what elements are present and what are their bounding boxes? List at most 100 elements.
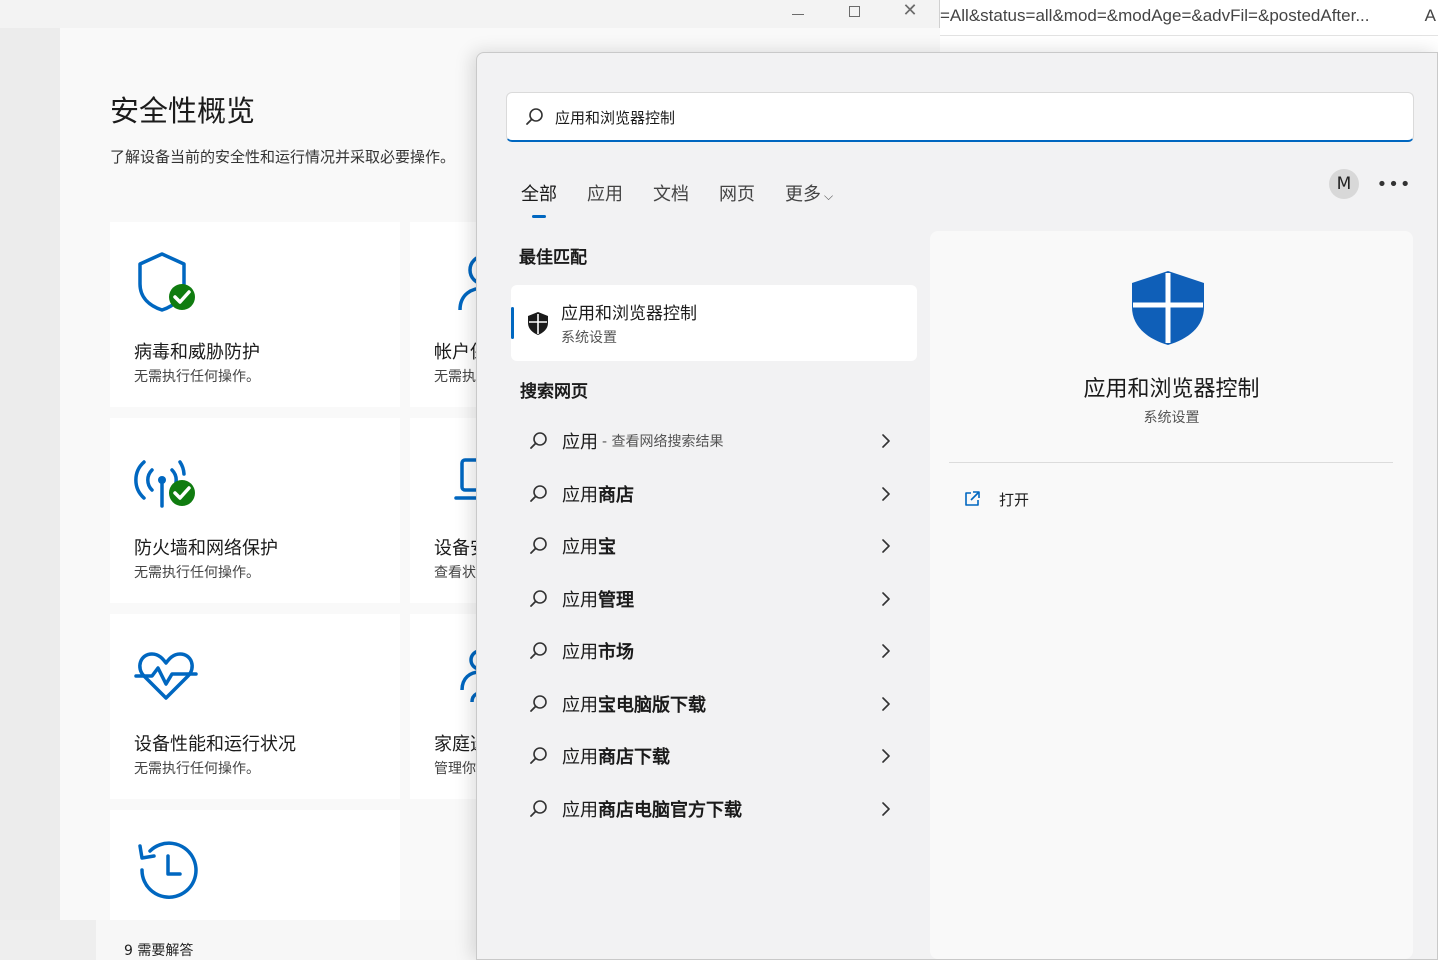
tab-all[interactable]: 全部	[521, 180, 557, 218]
tab-apps[interactable]: 应用	[587, 180, 623, 206]
web-result-text: 应用宝电脑版下载	[562, 691, 706, 717]
open-label: 打开	[999, 490, 1030, 509]
search-tabs: 全部 应用 文档 网页 更多 ⌵	[521, 173, 863, 218]
detail-title: 应用和浏览器控制	[1083, 377, 1260, 402]
result-prefix: 应用	[562, 484, 598, 506]
history-icon	[138, 841, 198, 899]
search-icon	[530, 537, 547, 555]
chevron-right-icon	[882, 591, 890, 606]
result-prefix: 应用	[562, 799, 598, 821]
search-icon	[530, 799, 547, 817]
web-result-item[interactable]: 应用市场	[517, 625, 917, 678]
search-icon	[530, 484, 547, 502]
web-result-text: 应用	[562, 428, 598, 454]
result-prefix: 应用	[562, 694, 598, 716]
search-input[interactable]	[555, 105, 1395, 129]
maximize-icon	[848, 5, 860, 17]
web-result-text: 应用管理	[562, 586, 634, 612]
result-bold: 管理	[598, 589, 634, 611]
web-result-item[interactable]: 应用商店电脑官方下载	[517, 783, 917, 836]
result-bold: 商店	[598, 484, 634, 506]
best-match-result[interactable]: 应用和浏览器控制 系统设置	[511, 285, 917, 361]
divider	[949, 462, 1393, 463]
minimize-button[interactable]	[774, 0, 822, 22]
result-prefix: 应用	[562, 642, 598, 664]
result-detail-pane: 应用和浏览器控制 系统设置 打开	[930, 231, 1413, 959]
tab-more[interactable]: 更多 ⌵	[785, 180, 833, 206]
tab-label: 应用	[587, 184, 623, 205]
result-bold: 商店下载	[598, 747, 670, 769]
result-prefix: 应用	[562, 747, 598, 769]
tab-documents[interactable]: 文档	[653, 180, 689, 206]
tab-label: 更多	[785, 184, 821, 205]
best-match-subtitle: 系统设置	[561, 330, 617, 346]
chevron-right-icon	[882, 644, 890, 658]
card-protection-history[interactable]	[110, 810, 400, 920]
card-title: 设备性能和运行状况	[134, 734, 296, 755]
card-device-performance[interactable]: 设备性能和运行状况 无需执行任何操作。	[110, 614, 400, 799]
result-bold: 宝	[598, 537, 616, 559]
card-description: 无需执行任何操作。	[134, 369, 260, 385]
web-result-text: 应用市场	[562, 638, 634, 664]
more-options-icon[interactable]: •••	[1377, 169, 1411, 199]
result-prefix: 应用	[562, 537, 598, 559]
chevron-right-icon	[882, 539, 890, 553]
chevron-right-icon	[882, 749, 890, 763]
search-flyout: 全部 应用 文档 网页 更多⌵ M ••• 最佳匹配 应用和浏览器控制 系统设置…	[476, 52, 1438, 960]
web-result-text: 应用商店下载	[562, 743, 670, 769]
search-box[interactable]	[506, 92, 1414, 142]
web-result-item[interactable]: 应用 - 查看网络搜索结果	[517, 415, 917, 468]
search-icon	[526, 108, 543, 125]
wifi-check-icon	[134, 460, 195, 508]
chevron-right-icon	[882, 434, 890, 448]
web-result-item[interactable]: 应用管理	[517, 573, 917, 626]
result-bold: 宝电脑版下载	[598, 694, 706, 716]
card-virus-threat-protection[interactable]: 病毒和威胁防护 无需执行任何操作。	[110, 222, 400, 407]
result-bold: 商店电脑官方下载	[598, 799, 742, 821]
tab-label: 全部	[521, 184, 557, 205]
close-button[interactable]: ✕	[886, 0, 934, 22]
result-bold: 市场	[598, 642, 634, 664]
web-result-item[interactable]: 应用宝电脑版下载	[517, 678, 917, 731]
page-title: 安全性概览	[110, 94, 256, 128]
result-prefix: 应用	[562, 589, 598, 611]
web-result-item[interactable]: 应用商店	[517, 468, 917, 521]
browser-address-bar[interactable]: =All&status=all&mod=&modAge=&advFil=&pos…	[940, 0, 1438, 36]
best-match-header: 最佳匹配	[519, 248, 587, 268]
search-icon	[530, 694, 547, 712]
search-icon	[530, 747, 547, 765]
chevron-right-icon	[882, 696, 890, 711]
web-result-text: 应用宝	[562, 533, 616, 559]
open-button[interactable]: 打开	[962, 485, 1162, 513]
url-text: =All&status=all&mod=&modAge=&advFil=&pos…	[940, 6, 1370, 25]
card-title: 防火墙和网络保护	[134, 538, 278, 559]
web-results-list: 应用 - 查看网络搜索结果 应用商店 应用宝 应用管理 应用市场 应用宝电脑版下…	[517, 415, 917, 835]
avatar[interactable]: M	[1329, 169, 1359, 199]
url-trailing-text: A	[1424, 6, 1436, 25]
security-nav-pane	[0, 28, 60, 920]
minimize-icon	[792, 13, 804, 15]
tab-label: 网页	[719, 184, 755, 205]
open-external-icon	[965, 491, 980, 506]
maximize-button[interactable]	[830, 0, 878, 22]
chevron-down-icon: ⌵	[824, 189, 834, 203]
chevron-right-icon	[882, 801, 890, 816]
web-result-text: 应用商店	[562, 481, 634, 507]
card-firewall-network[interactable]: 防火墙和网络保护 无需执行任何操作。	[110, 418, 400, 603]
chevron-right-icon	[882, 486, 890, 501]
defender-shield-icon	[1132, 271, 1204, 345]
shield-check-icon	[138, 252, 195, 312]
status-line: 9 需要解答	[124, 943, 194, 959]
web-search-header: 搜索网页	[520, 382, 588, 402]
search-icon	[530, 589, 547, 607]
card-title: 病毒和威胁防护	[134, 342, 260, 363]
heart-pulse-icon	[134, 652, 198, 700]
close-icon: ✕	[902, 0, 918, 21]
tab-web[interactable]: 网页	[719, 180, 755, 206]
web-result-item[interactable]: 应用商店下载	[517, 730, 917, 783]
search-icon	[530, 432, 547, 450]
result-prefix: 应用	[562, 432, 598, 454]
defender-shield-icon	[528, 312, 548, 335]
best-match-title: 应用和浏览器控制	[561, 304, 697, 324]
web-result-item[interactable]: 应用宝	[517, 520, 917, 573]
